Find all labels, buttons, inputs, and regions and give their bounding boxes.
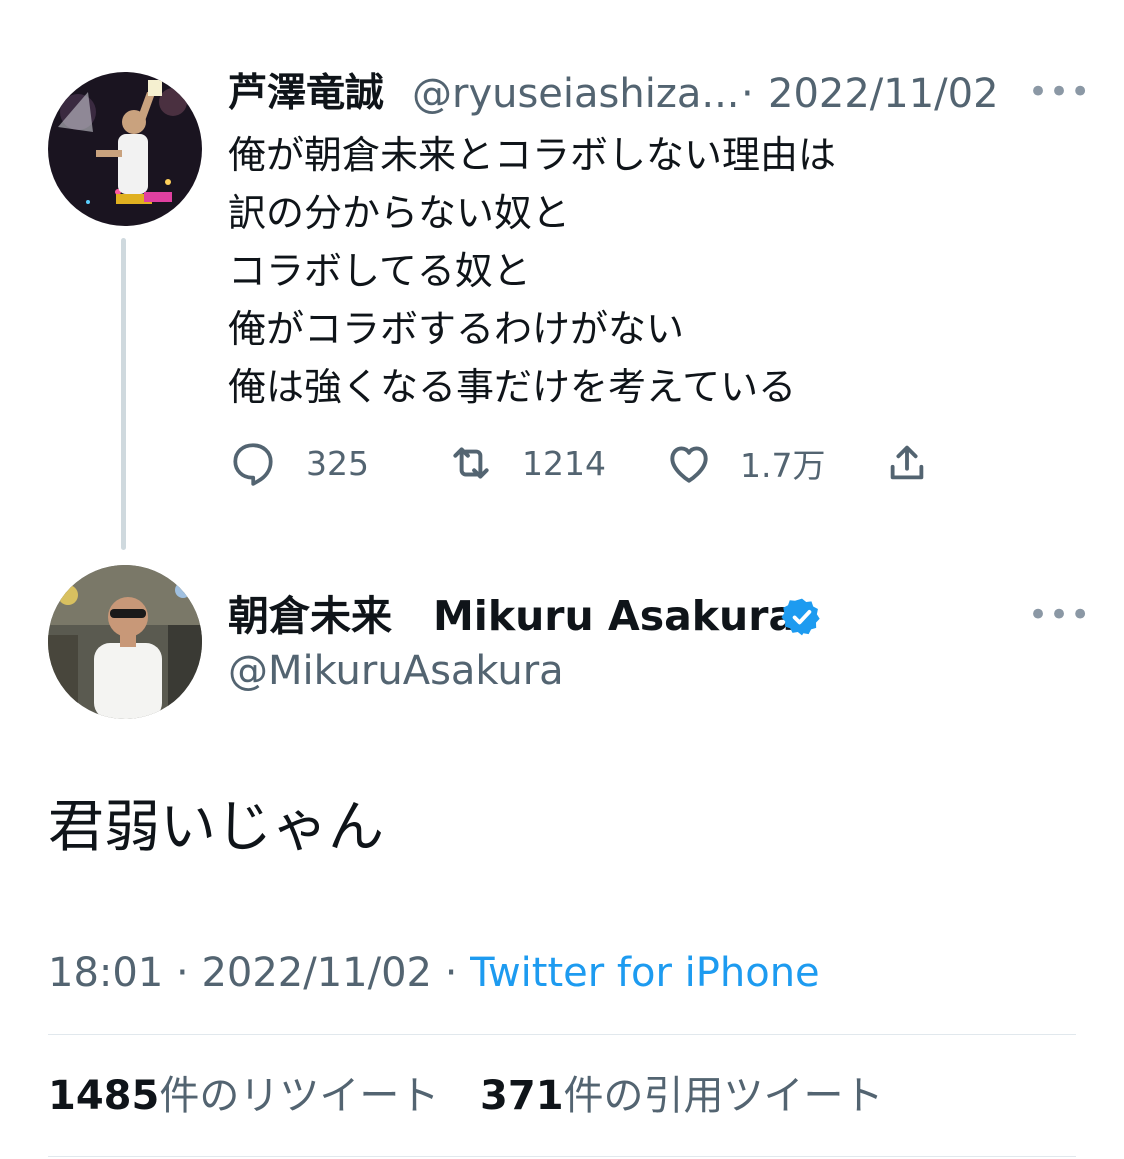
heart-icon xyxy=(664,438,714,488)
quotes-label: 件の引用ツイート xyxy=(563,1073,884,1119)
like-action[interactable]: 1.7万 xyxy=(664,438,825,488)
reply-count: 325 xyxy=(306,443,369,483)
reply-action[interactable]: 325 xyxy=(228,438,369,488)
meta-separator-1: · xyxy=(176,950,189,996)
tweet-source-link[interactable]: Twitter for iPhone xyxy=(470,950,820,996)
meta-separator-2: · xyxy=(444,950,458,996)
main-author-avatar[interactable] xyxy=(48,565,202,719)
main-handle[interactable]: @MikuruAsakura xyxy=(228,645,564,697)
retweet-action[interactable]: 1214 xyxy=(444,438,606,488)
engagement-stats: 1485件のリツイート 371件の引用ツイート xyxy=(48,1068,884,1124)
tweet-time[interactable]: 18:01 xyxy=(48,950,163,996)
share-icon xyxy=(884,438,930,488)
quotes-stat[interactable]: 371件の引用ツイート xyxy=(480,1073,884,1119)
divider xyxy=(48,1034,1076,1035)
retweet-count: 1214 xyxy=(522,443,606,483)
quotes-count: 371 xyxy=(480,1073,564,1119)
main-more-icon[interactable]: ••• xyxy=(1028,598,1091,632)
divider xyxy=(48,1156,1076,1157)
retweet-icon xyxy=(444,438,498,488)
parent-separator: · xyxy=(741,71,754,117)
retweets-count: 1485 xyxy=(48,1073,160,1119)
parent-author-avatar[interactable] xyxy=(48,72,202,226)
share-action[interactable] xyxy=(884,438,930,488)
main-tweet-text: 君弱いじゃん xyxy=(48,795,384,860)
tweet-meta: 18:01 · 2022/11/02 · Twitter for iPhone xyxy=(48,946,820,1000)
thread-connector-line xyxy=(121,238,126,550)
reply-icon xyxy=(228,438,278,488)
retweets-stat[interactable]: 1485件のリツイート xyxy=(48,1073,439,1119)
verified-badge-icon xyxy=(781,596,823,638)
parent-date[interactable]: 2022/11/02 xyxy=(768,70,999,118)
retweets-label: 件のリツイート xyxy=(159,1073,440,1119)
parent-tweet-text: 俺が朝倉未来とコラボしない理由は 訳の分からない奴と コラボしてる奴と 俺がコラ… xyxy=(228,133,837,409)
parent-handle[interactable]: @ryuseiashiza... xyxy=(412,70,740,118)
tweet-date[interactable]: 2022/11/02 xyxy=(201,950,432,996)
main-display-name[interactable]: 朝倉未来 Mikuru Asakura xyxy=(228,588,796,644)
like-count: 1.7万 xyxy=(740,446,826,485)
parent-display-name[interactable]: 芦澤竜誠 xyxy=(228,70,384,118)
parent-more-icon[interactable]: ••• xyxy=(1028,75,1091,109)
